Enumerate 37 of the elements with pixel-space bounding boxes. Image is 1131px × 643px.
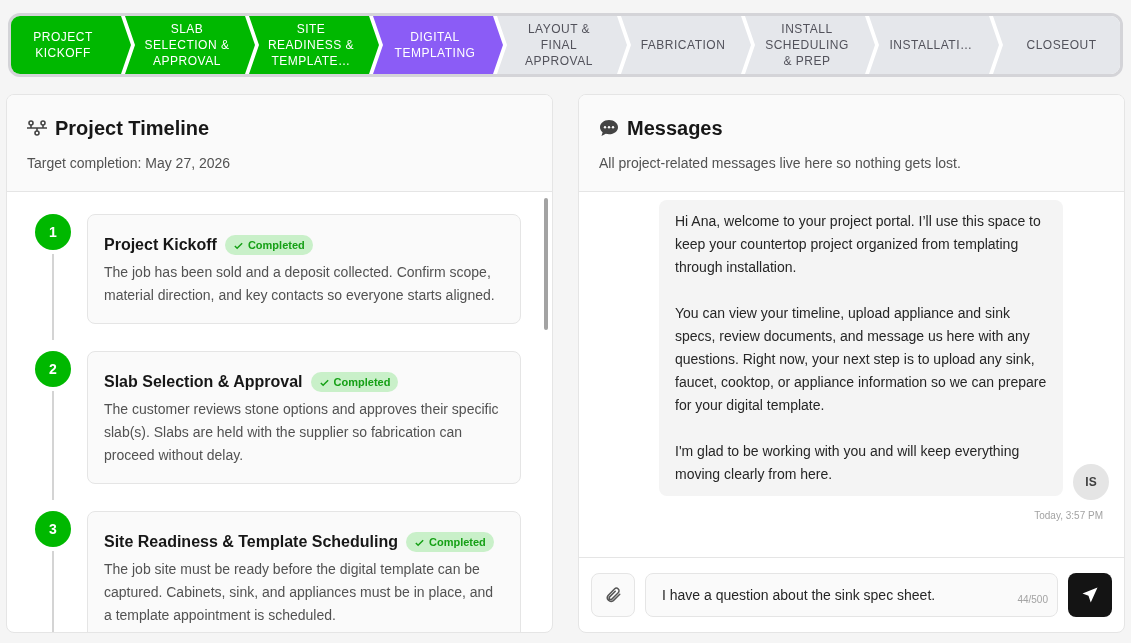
chat-bubble-icon <box>599 119 619 137</box>
status-badge: Completed <box>224 234 313 256</box>
scrollbar-thumb[interactable] <box>544 198 548 330</box>
status-badge: Completed <box>406 531 494 553</box>
step-title: Project Kickoff <box>104 235 217 255</box>
message-text: I'm glad to be working with you and will keep everything moving clearly from here. <box>675 442 1021 484</box>
step-title: Slab Selection & Approval <box>104 372 303 392</box>
step-description: The job has been sold and a deposit collected. Confirm scope, material direction, and key contacts so everyone starts aligned. <box>104 263 496 305</box>
chevron-separator <box>859 16 879 74</box>
chevron-separator <box>363 16 383 74</box>
step-description: The job site must be ready before the digital template can be captured. Cabinets, sink, and appliances must be in place, and a template appointment is scheduled. <box>104 560 495 625</box>
step-number: 2 <box>35 351 71 387</box>
chevron-separator <box>611 16 631 74</box>
chevron-separator <box>735 16 755 74</box>
step-number: 1 <box>35 214 71 250</box>
panel-subtitle: All project-related messages live here so nothing gets lost. <box>599 154 962 173</box>
chevron-separator <box>115 16 135 74</box>
send-button[interactable] <box>1068 573 1112 617</box>
attach-button[interactable] <box>591 573 635 617</box>
chevron-separator <box>239 16 259 74</box>
character-count: 44/500 <box>1017 593 1048 607</box>
branch-icon <box>27 120 47 136</box>
chevron-separator <box>487 16 507 74</box>
panel-title: Messages <box>627 116 723 141</box>
message-text: You can view your timeline, upload appliance and sink specs, review documents, and message us here with any questions. Right now, your next step is to upload any sink, faucet, cooktop, or appliance information so we can prepare for your digital template. <box>675 304 1047 415</box>
avatar: IS <box>1073 464 1109 500</box>
panel-subtitle: Target completion: May 27, 2026 <box>27 154 232 173</box>
step-title: Site Readiness & Template Scheduling <box>104 532 398 552</box>
step-description: The customer reviews stone options and approves their specific slab(s). Slabs are held with the supplier so fabrication can proceed without delay. <box>104 400 500 465</box>
status-badge: Completed <box>310 371 399 393</box>
message-text: Hi Ana, welcome to your project portal. I’ll use this space to keep your countertop project organized from templating through installation. <box>675 212 1042 277</box>
panel-title: Project Timeline <box>55 116 210 141</box>
paperclip-icon <box>604 586 622 604</box>
chevron-separator <box>983 16 1003 74</box>
step-number: 3 <box>35 511 71 547</box>
message-time: Today, 3:57 PM <box>1034 509 1103 523</box>
send-icon <box>1081 586 1099 604</box>
